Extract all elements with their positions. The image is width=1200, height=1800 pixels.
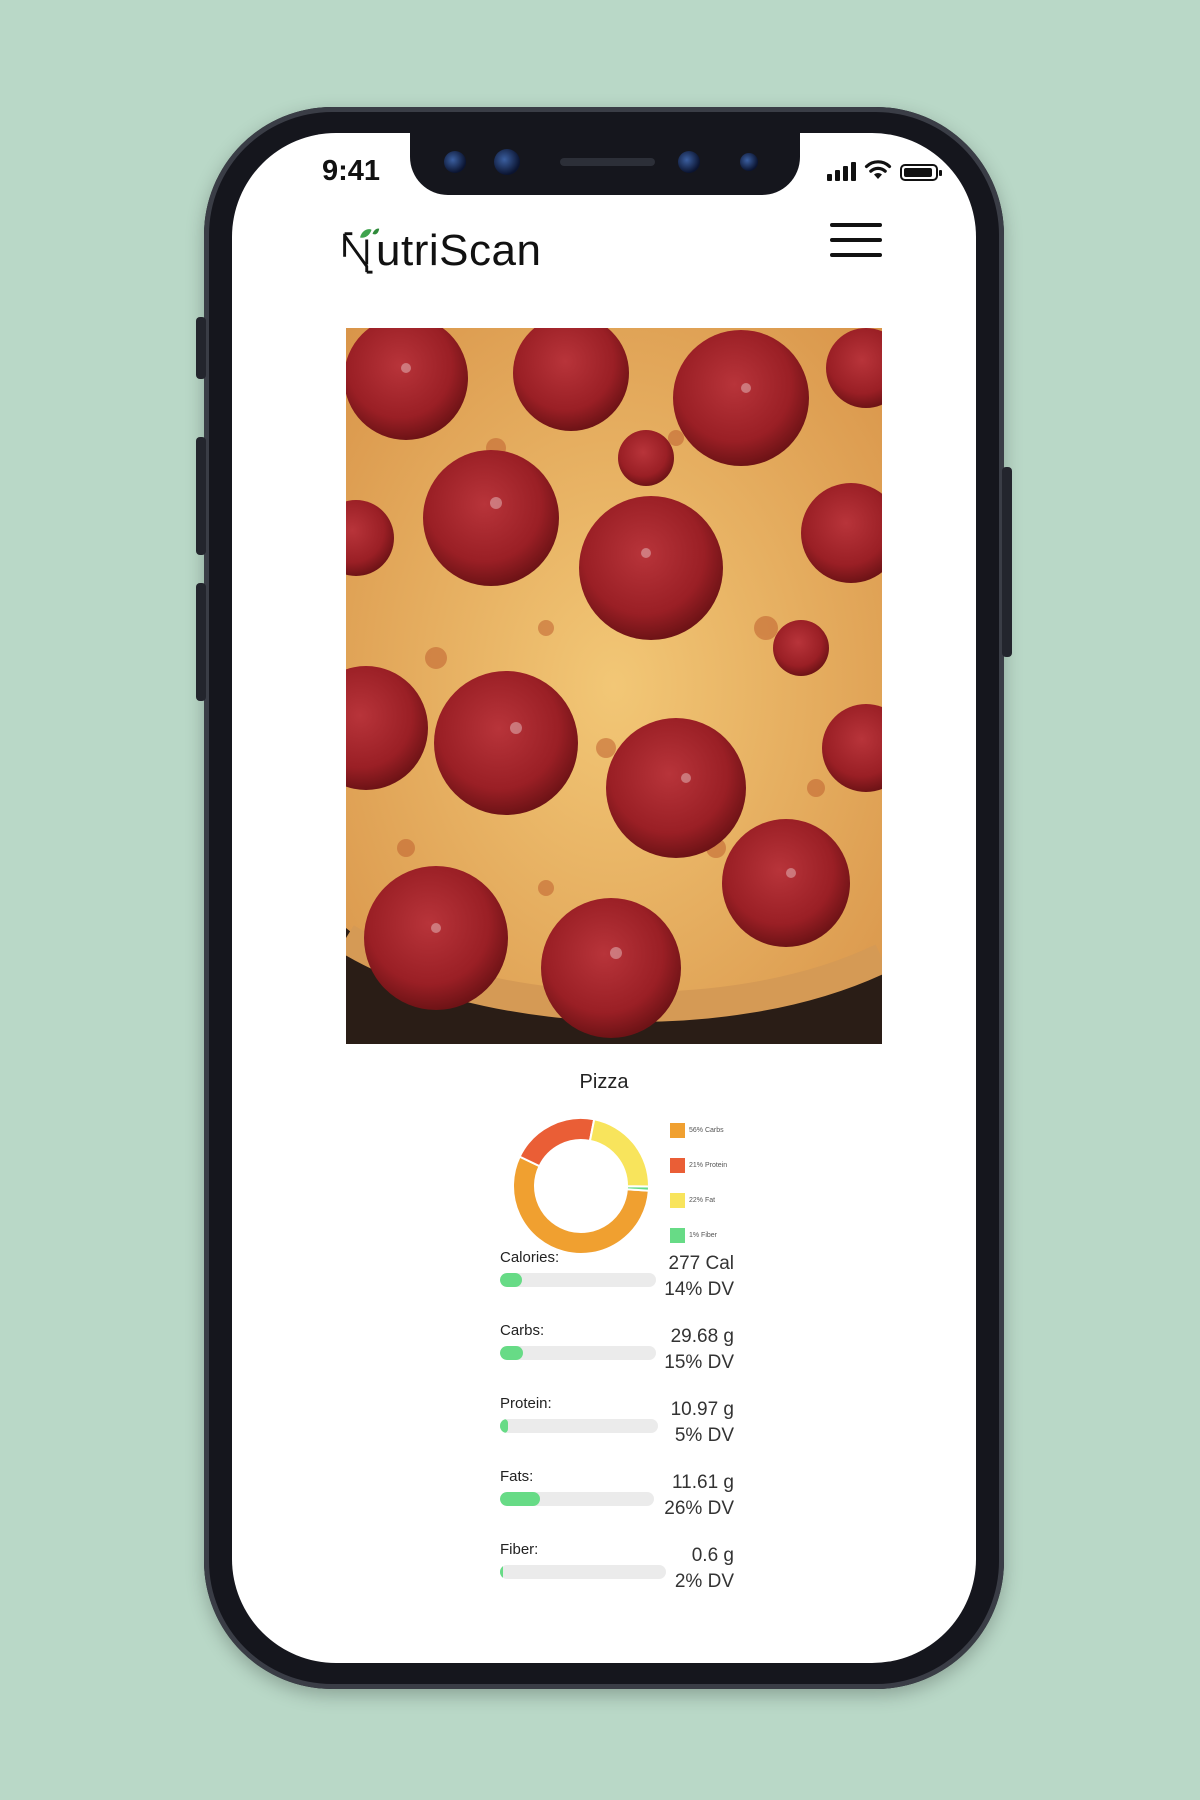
- hamburger-icon[interactable]: [830, 223, 882, 259]
- legend-swatch: [670, 1158, 685, 1173]
- logo-leaf-icon: [343, 228, 380, 274]
- nutrient-progress-bar: [500, 1273, 656, 1287]
- macro-donut-chart: [512, 1117, 651, 1255]
- phone-frame: 9:41 utriScan Pizza 56% Carbs 21% Protei…: [196, 107, 1012, 1689]
- nutrient-row-protein: Protein: 10.97 g 5% DV: [500, 1395, 734, 1457]
- camera-icon: [494, 149, 520, 175]
- nutrient-label: Fiber:: [500, 1541, 539, 1558]
- app-logo[interactable]: utriScan: [340, 225, 541, 277]
- legend-swatch: [670, 1123, 685, 1138]
- nutrient-progress-bar: [500, 1565, 666, 1579]
- legend-item-carbs: 56% Carbs: [670, 1113, 727, 1148]
- nutrient-daily-value: 26% DV: [664, 1498, 734, 1519]
- nutrient-progress-fill: [500, 1419, 508, 1433]
- chart-legend: 56% Carbs 21% Protein 22% Fat 1% Fiber: [670, 1113, 727, 1253]
- nutrient-value: 10.97 g: [670, 1399, 734, 1420]
- food-name: Pizza: [579, 1071, 629, 1093]
- legend-label: 56% Carbs: [689, 1127, 724, 1134]
- nutrient-label: Calories:: [500, 1249, 560, 1266]
- nutrient-label: Carbs:: [500, 1322, 545, 1339]
- nutrient-daily-value: 14% DV: [664, 1279, 734, 1300]
- nutrient-daily-value: 2% DV: [674, 1571, 734, 1592]
- nutrient-daily-value: 5% DV: [674, 1425, 734, 1446]
- wifi-icon: [864, 160, 892, 179]
- legend-label: 21% Protein: [689, 1162, 728, 1169]
- status-icons: [827, 159, 942, 181]
- status-time: 9:41: [322, 155, 381, 187]
- nutrient-value: 277 Cal: [668, 1253, 735, 1274]
- notch: [410, 133, 800, 195]
- nutrient-progress-fill: [500, 1346, 524, 1360]
- nutrient-progress-fill: [500, 1565, 504, 1579]
- nutrient-value: 11.61 g: [672, 1472, 734, 1493]
- nutrient-label: Protein:: [500, 1395, 552, 1412]
- nutrient-label: Fats:: [500, 1468, 534, 1485]
- legend-item-protein: 21% Protein: [670, 1148, 727, 1183]
- nutrient-row-calories: Calories: 277 Cal 14% DV: [500, 1249, 734, 1311]
- volume-down-button: [196, 583, 206, 701]
- power-button: [1002, 467, 1012, 657]
- camera-icon: [444, 151, 466, 173]
- sensor-icon: [740, 153, 758, 171]
- pepperoni-pizza-photo: [346, 328, 882, 1044]
- nutrient-row-fiber: Fiber: 0.6 g 2% DV: [500, 1541, 734, 1603]
- donut-slice-fiber: [625, 1185, 651, 1192]
- sensor-icon: [678, 151, 700, 173]
- nutrient-progress-fill: [500, 1492, 541, 1506]
- nutrient-row-carbs: Carbs: 29.68 g 15% DV: [500, 1322, 734, 1384]
- legend-swatch: [670, 1193, 685, 1208]
- nutrient-progress-bar: [500, 1492, 654, 1506]
- legend-item-fiber: 1% Fiber: [670, 1218, 727, 1253]
- cellular-signal-icon: [827, 161, 856, 181]
- battery-icon: [900, 164, 942, 181]
- nutrient-progress-fill: [500, 1273, 522, 1287]
- speaker-grille: [560, 158, 655, 166]
- nutrient-progress-bar: [500, 1419, 658, 1433]
- nutrient-row-fats: Fats: 11.61 g 26% DV: [500, 1468, 734, 1530]
- volume-up-button: [196, 437, 206, 555]
- nutrient-value: 0.6 g: [691, 1545, 734, 1566]
- phone-screen: 9:41 utriScan Pizza 56% Carbs 21% Protei…: [232, 133, 976, 1663]
- nutrient-daily-value: 15% DV: [664, 1352, 734, 1373]
- legend-swatch: [670, 1228, 685, 1243]
- legend-item-fat: 22% Fat: [670, 1183, 727, 1218]
- nutrient-progress-bar: [500, 1346, 656, 1360]
- legend-label: 22% Fat: [689, 1197, 716, 1204]
- legend-label: 1% Fiber: [689, 1232, 718, 1239]
- donut-slice-fat: [588, 1118, 650, 1188]
- silent-switch: [196, 317, 206, 379]
- nutrient-value: 29.68 g: [670, 1326, 734, 1347]
- donut-slice-protein: [518, 1117, 596, 1168]
- logo-text: utriScan: [376, 226, 542, 275]
